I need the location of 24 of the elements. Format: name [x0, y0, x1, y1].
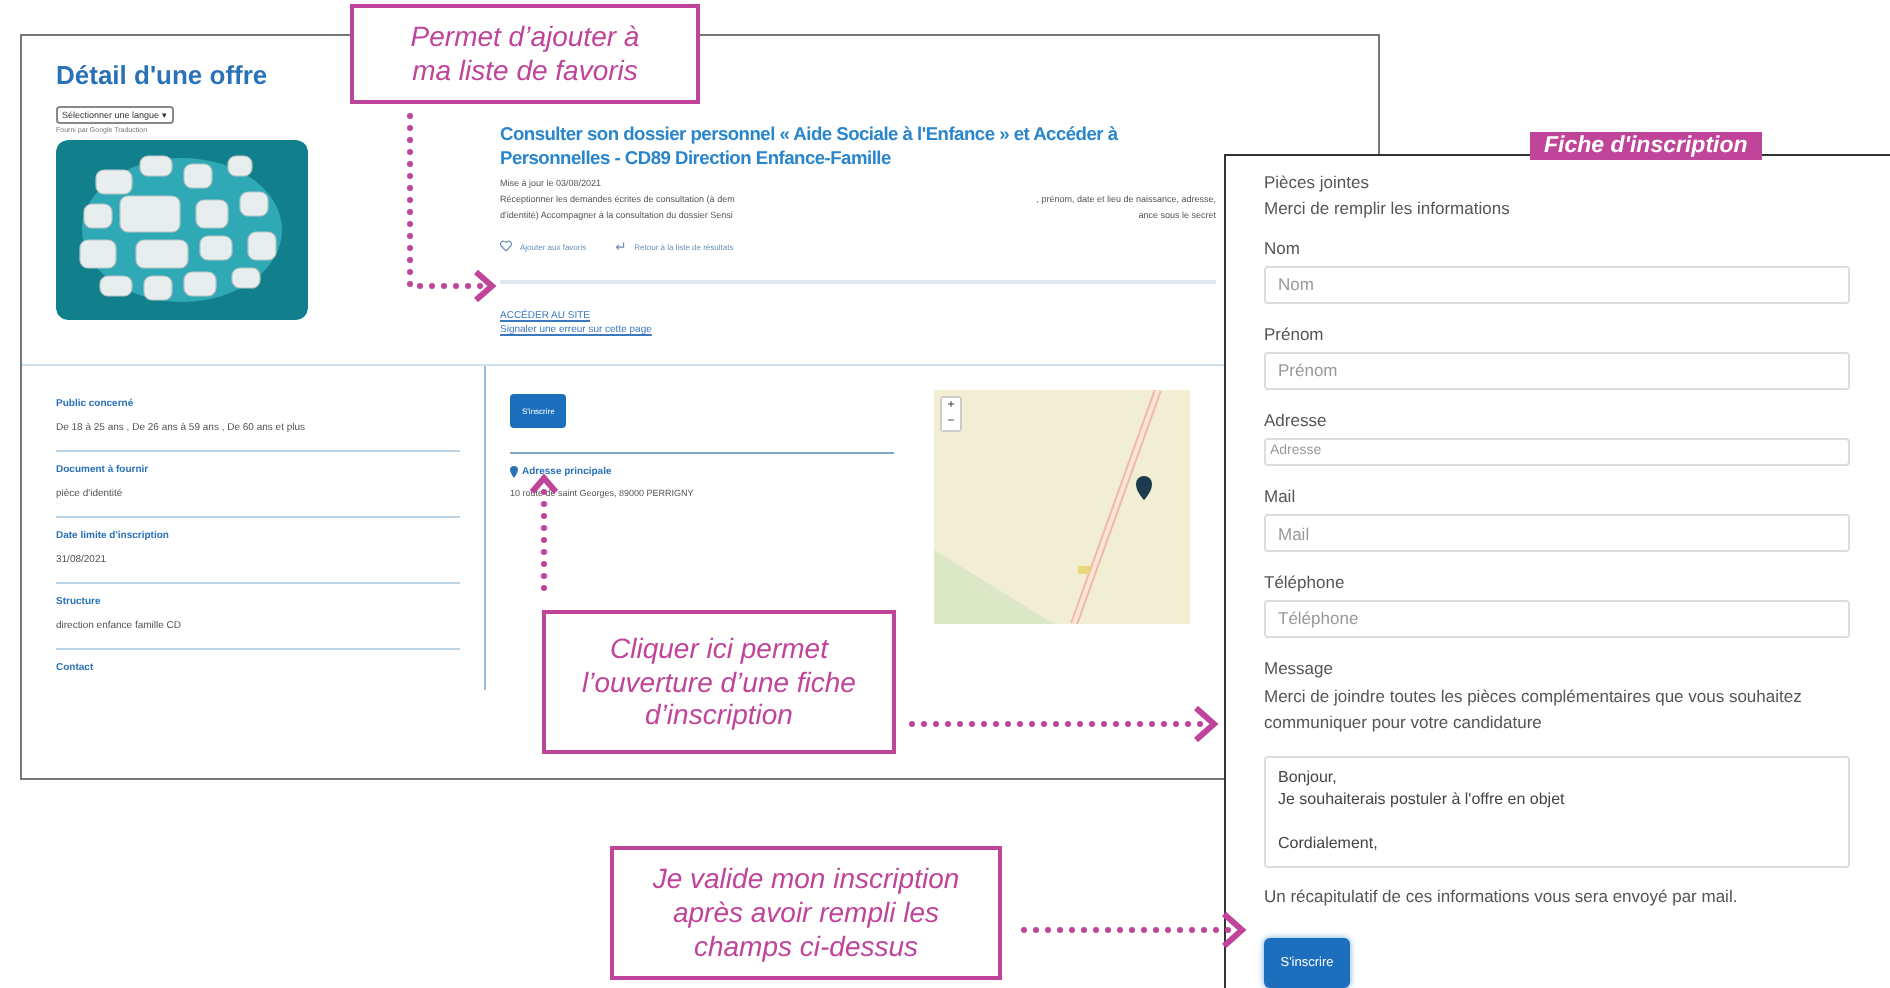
return-arrow-icon [614, 240, 627, 253]
field-label: Téléphone [1264, 569, 1347, 594]
field-label: Mail [1264, 484, 1298, 509]
form-intro: Merci de remplir les informations [1264, 196, 1512, 222]
location-pin-icon [510, 466, 518, 479]
callout-text: Permet d’ajouter à ma liste de favoris [350, 4, 700, 104]
form-tag: Fiche d'inscription [1530, 132, 1762, 160]
field-label: Adresse [1264, 407, 1329, 432]
callout-text: Cliquer ici permet l’ouverture d’une fiche d’inscription [542, 610, 896, 754]
offer-title: Consulter son dossier personnel « Aide Sociale à l'Enfance » et Accéder à Personnelles - CD89 Direction Enfance-Famille [500, 122, 1120, 171]
page-title: Détail d'une offre [56, 60, 268, 90]
callout-text: Je valide mon inscription après avoir rempli les champs ci-dessus [610, 846, 1002, 980]
heart-icon [500, 240, 512, 253]
form-note: Un récapitulatif de ces informations vous sera envoyé par mail. [1264, 883, 1740, 910]
input-field[interactable]: Mail [1264, 514, 1850, 552]
field-label: Nom [1264, 236, 1302, 260]
field-label: Prénom [1264, 321, 1326, 346]
input-field[interactable]: Téléphone [1264, 599, 1850, 638]
message-hint: Merci de joindre toutes les pièces complémentaires que vous souhaitez communiquer pour votre candidature [1264, 683, 1804, 736]
input-field[interactable]: Nom [1264, 266, 1850, 304]
message-field[interactable]: Bonjour, Je souhaiterais postuler à l'offre en objet Cordialement, [1264, 755, 1850, 868]
field-label: Message [1264, 655, 1335, 680]
input-field[interactable]: Prénom [1264, 351, 1850, 390]
attachments-label: Pièces jointes [1264, 170, 1371, 196]
